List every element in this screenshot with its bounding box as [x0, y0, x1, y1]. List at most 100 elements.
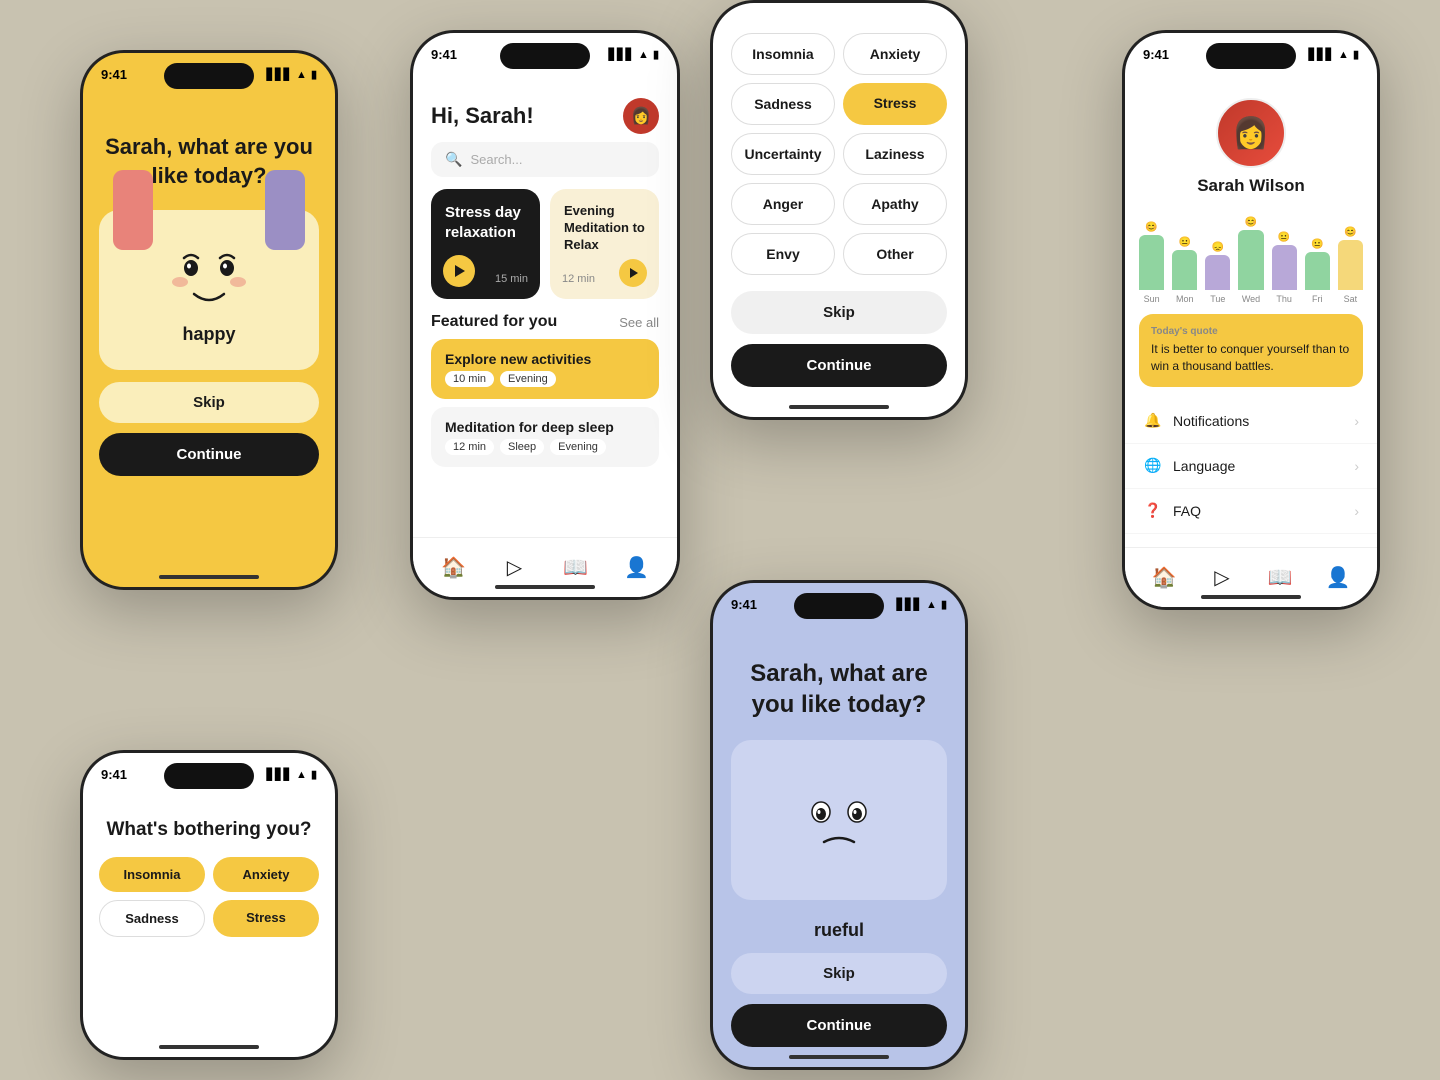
time-6: 9:41	[1143, 47, 1169, 62]
time-2: 9:41	[101, 767, 127, 782]
mood-label-1: happy	[182, 324, 235, 345]
continue-button-1[interactable]: Continue	[99, 433, 319, 476]
play-button-1[interactable]	[443, 255, 475, 287]
tag-anxiety[interactable]: Anxiety	[213, 857, 319, 892]
phone-5-rueful: 9:41 ▋▋▋ ▲ ▮ Sarah, what are you like to…	[710, 580, 968, 1070]
skip-button-4[interactable]: Skip	[731, 291, 947, 334]
play-icon-2	[630, 268, 638, 278]
user-avatar[interactable]: 👩	[623, 98, 659, 134]
activity-1-tags: 10 min Evening	[445, 371, 591, 387]
tab-play-6[interactable]: ▷	[1208, 564, 1236, 592]
tab-home-6[interactable]: 🏠	[1150, 564, 1178, 592]
tab-profile[interactable]: 👤	[623, 554, 651, 582]
skip-button-1[interactable]: Skip	[99, 382, 319, 423]
activity-1-time-tag: Evening	[500, 371, 556, 387]
search-placeholder: Search...	[470, 152, 522, 167]
menu-faq[interactable]: ❓ FAQ ›	[1125, 489, 1377, 534]
mood-tag-uncertainty[interactable]: Uncertainty	[731, 133, 835, 175]
mood-tag-apathy[interactable]: Apathy	[843, 183, 947, 225]
battery-icon: ▮	[311, 68, 317, 81]
search-icon: 🔍	[445, 151, 462, 168]
wifi-icon-2: ▲	[296, 769, 307, 781]
menu-notifications[interactable]: 🔔 Notifications ›	[1125, 399, 1377, 444]
status-icons-5: ▋▋▋ ▲ ▮	[897, 598, 947, 611]
dynamic-island-2	[164, 763, 254, 789]
menu-language[interactable]: 🌐 Language ›	[1125, 444, 1377, 489]
mood-tag-sadness[interactable]: Sadness	[731, 83, 835, 125]
profile-name: Sarah Wilson	[1197, 176, 1305, 196]
play-button-2[interactable]	[619, 259, 647, 287]
see-all-link[interactable]: See all	[619, 315, 659, 330]
profile-avatar: 👩	[1216, 98, 1286, 168]
continue-button-4[interactable]: Continue	[731, 344, 947, 387]
featured-row: Stress day relaxation 15 min Evening Med…	[413, 189, 677, 299]
face-card-happy: happy	[99, 210, 319, 370]
dynamic-island-3	[500, 43, 590, 69]
home-indicator-1	[159, 575, 259, 579]
home-header: Hi, Sarah! 👩	[413, 88, 677, 142]
chart-bars: 😊 😐 😞 😊	[1139, 210, 1363, 290]
continue-button-5[interactable]: Continue	[731, 1004, 947, 1047]
wifi-icon: ▲	[296, 69, 307, 81]
deco-pink	[113, 170, 153, 250]
mood-tag-anxiety[interactable]: Anxiety	[843, 33, 947, 75]
mood-tag-laziness[interactable]: Laziness	[843, 133, 947, 175]
tag-sadness[interactable]: Sadness	[99, 900, 205, 937]
status-icons-1: ▋▋▋ ▲ ▮	[267, 68, 317, 81]
activity-2-title: Meditation for deep sleep	[445, 419, 614, 435]
notifications-label: Notifications	[1173, 413, 1249, 429]
phone-1-happy: 9:41 ▋▋▋ ▲ ▮ Sarah, what are you like to…	[80, 50, 338, 590]
section-header: Featured for you See all	[413, 313, 677, 339]
label-mon: Mon	[1172, 294, 1197, 304]
face-card-rueful	[731, 740, 947, 900]
phone-4-content: Insomnia Anxiety Sadness Stress Uncertai…	[713, 23, 965, 417]
phone-2-bothering: 9:41 ▋▋▋ ▲ ▮ What's bothering you? Insom…	[80, 750, 338, 1060]
activity-2-tags: 12 min Sleep Evening	[445, 439, 614, 455]
search-bar[interactable]: 🔍 Search...	[431, 142, 659, 177]
duration-1: 15 min	[495, 273, 528, 285]
label-fri: Fri	[1305, 294, 1330, 304]
dynamic-island-6	[1206, 43, 1296, 69]
bothering-title: What's bothering you?	[99, 818, 319, 843]
tab-profile-6[interactable]: 👤	[1324, 564, 1352, 592]
home-indicator-5	[789, 1055, 889, 1059]
mood-tag-stress[interactable]: Stress	[843, 83, 947, 125]
home-indicator-2	[159, 1045, 259, 1049]
phone-3-content: Hi, Sarah! 👩 🔍 Search... Stress day rela…	[413, 88, 677, 597]
bar-thu: 😐	[1272, 210, 1297, 290]
happy-face-svg	[164, 236, 254, 316]
tab-home[interactable]: 🏠	[440, 554, 468, 582]
featured-1-title: Stress day relaxation	[445, 203, 526, 242]
chevron-faq: ›	[1354, 503, 1359, 519]
activity-1-title: Explore new activities	[445, 351, 591, 367]
mood-tag-other[interactable]: Other	[843, 233, 947, 275]
tag-insomnia[interactable]: Insomnia	[99, 857, 205, 892]
tab-play[interactable]: ▷	[501, 554, 529, 582]
tab-library-6[interactable]: 📖	[1266, 564, 1294, 592]
skip-button-5[interactable]: Skip	[731, 953, 947, 994]
phone-2-content: What's bothering you? Insomnia Anxiety S…	[83, 808, 335, 1057]
activity-2-tag2: Evening	[550, 439, 606, 455]
featured-2-title: Evening Meditation to Relax	[564, 203, 645, 254]
profile-header: 👩 Sarah Wilson	[1125, 88, 1377, 210]
label-tue: Tue	[1205, 294, 1230, 304]
signal-icon: ▋▋▋	[267, 68, 292, 81]
mood-tag-insomnia[interactable]: Insomnia	[731, 33, 835, 75]
status-icons-2: ▋▋▋ ▲ ▮	[267, 768, 317, 781]
bar-mon: 😐	[1172, 210, 1197, 290]
mood-tag-envy[interactable]: Envy	[731, 233, 835, 275]
status-icons-3: ▋▋▋ ▲ ▮	[609, 48, 659, 61]
featured-card-2[interactable]: Evening Meditation to Relax 12 min	[550, 189, 659, 299]
activity-row-1[interactable]: Explore new activities 10 min Evening	[431, 339, 659, 399]
tag-stress[interactable]: Stress	[213, 900, 319, 937]
activity-row-2[interactable]: Meditation for deep sleep 12 min Sleep E…	[431, 407, 659, 467]
label-wed: Wed	[1238, 294, 1263, 304]
featured-card-1[interactable]: Stress day relaxation 15 min	[431, 189, 540, 299]
dynamic-island-1	[164, 63, 254, 89]
tab-library[interactable]: 📖	[562, 554, 590, 582]
mood-tag-anger[interactable]: Anger	[731, 183, 835, 225]
battery-icon-2: ▮	[311, 768, 317, 781]
chevron-notifications: ›	[1354, 413, 1359, 429]
faq-label: FAQ	[1173, 503, 1201, 519]
signal-icon-5: ▋▋▋	[897, 598, 922, 611]
